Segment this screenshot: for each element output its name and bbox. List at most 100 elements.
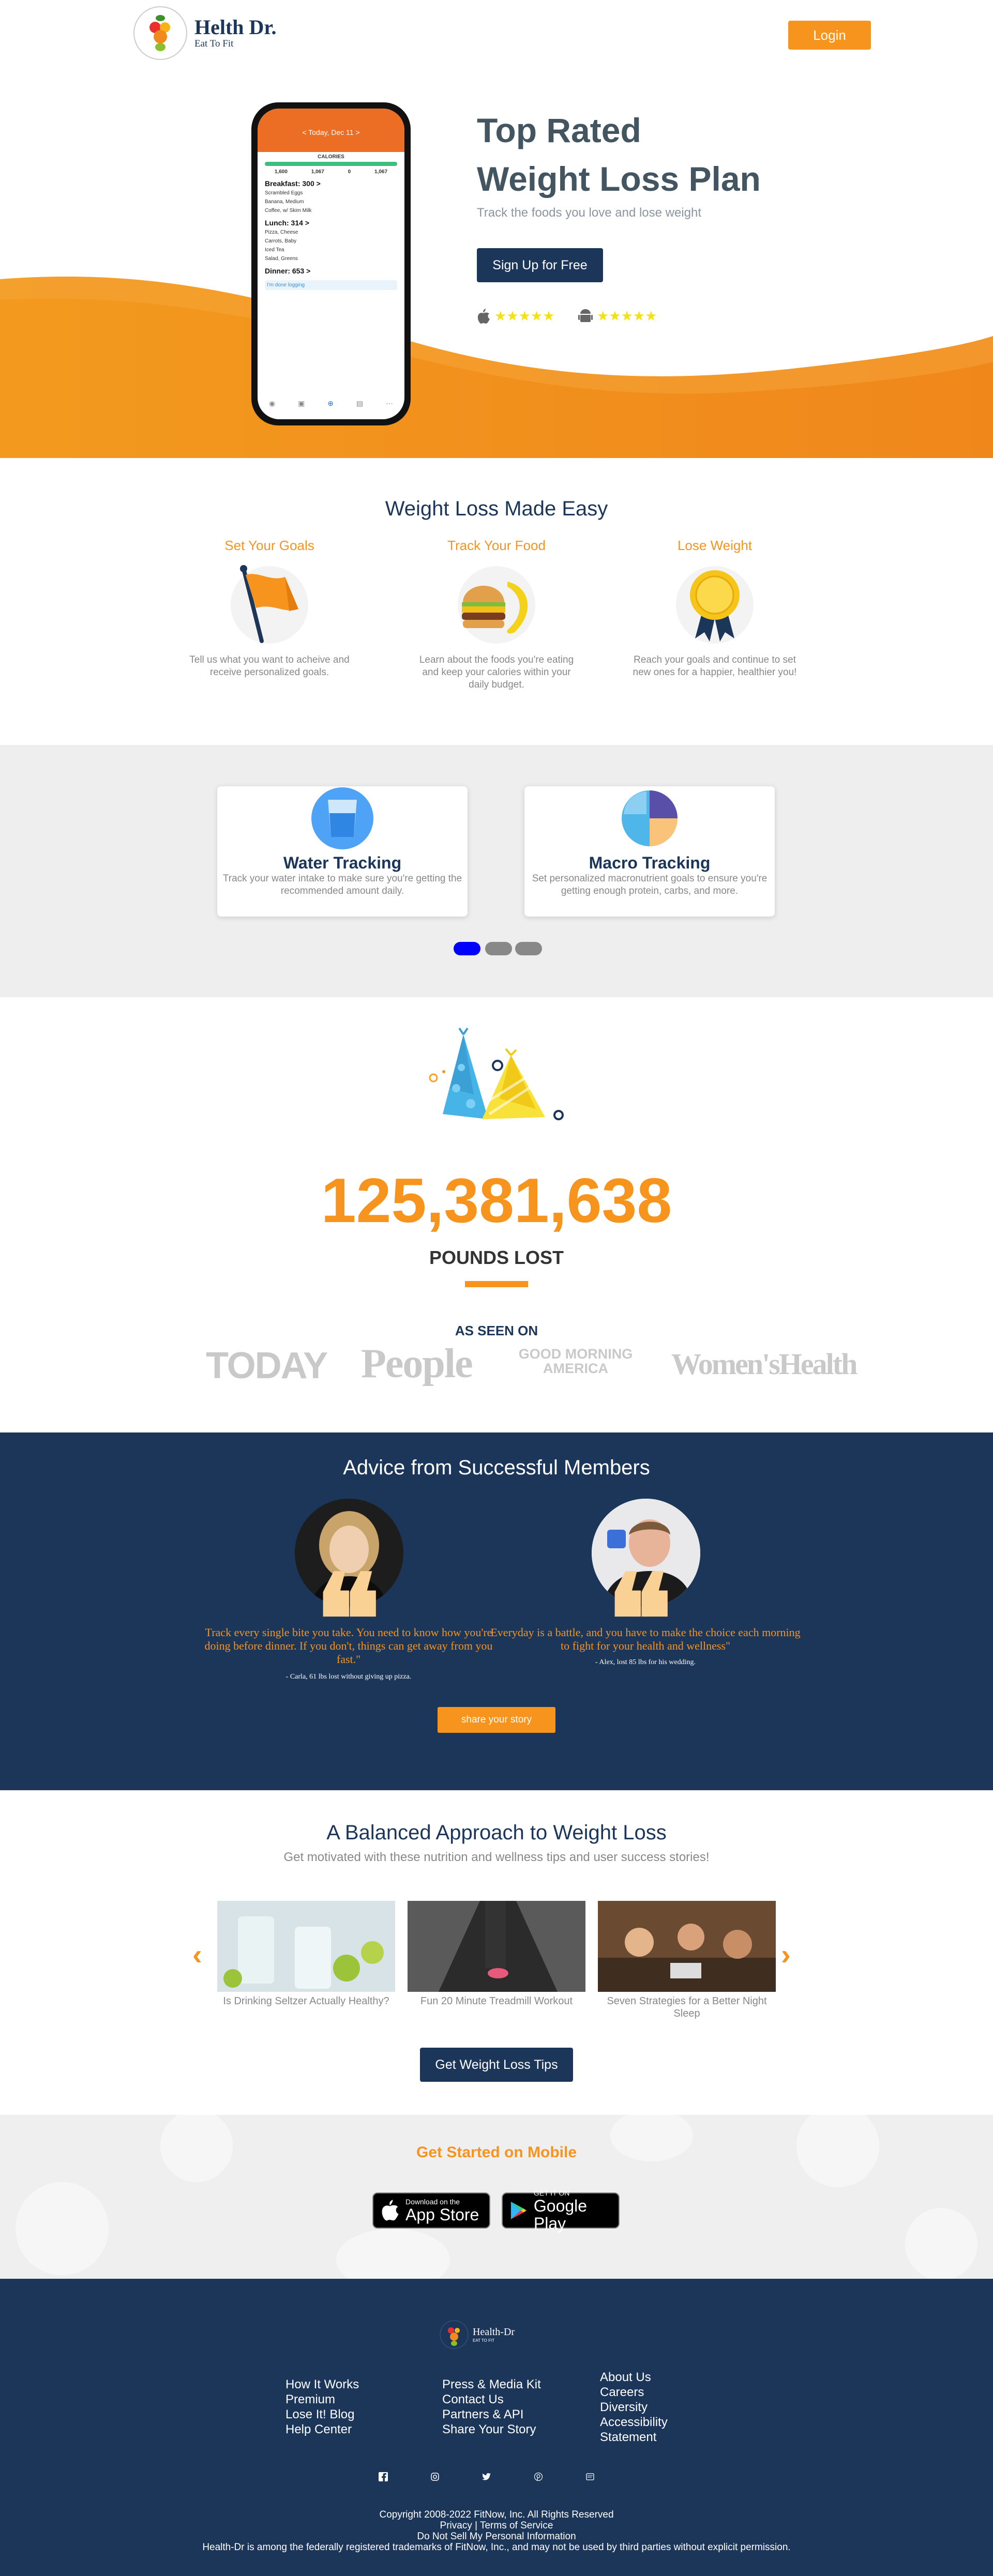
footer-link[interactable]: Diversity (600, 2400, 668, 2415)
privacy-terms-link[interactable]: Privacy | Terms of Service (0, 2520, 993, 2531)
testimonial-quote: Everyday is a battle, and you have to ma… (490, 1626, 801, 1652)
phone-stat: 0 (348, 169, 351, 175)
do-not-sell-link[interactable]: Do Not Sell My Personal Information (0, 2531, 993, 2542)
article-card[interactable]: Is Drinking Seltzer Actually Healthy? (217, 1901, 395, 2007)
email-icon[interactable] (584, 2471, 596, 2482)
medal-icon (676, 566, 754, 644)
flag-icon (231, 565, 308, 644)
android-rating[interactable]: ★★★★★ (578, 308, 657, 324)
footer-link[interactable]: About Us (600, 2370, 668, 2385)
google-play-badge[interactable]: GET IT ON Google Play (502, 2189, 620, 2233)
copyright-text: Copyright 2008-2022 FitNow, Inc. All Rig… (379, 2509, 614, 2520)
testimonials-section: Advice from Successful Members ❝ Track e… (0, 1432, 993, 1790)
phone-tab-bar: ◉ ▣ ⊕ ▤ ⋯ (258, 399, 404, 408)
carousel-dot[interactable] (515, 942, 542, 955)
article-caption: Is Drinking Seltzer Actually Healthy? (223, 1995, 389, 2007)
pinterest-icon[interactable] (533, 2471, 544, 2482)
phone-food-item: Iced Tea (265, 247, 284, 253)
phone-header: < Today, Dec 11 > (258, 109, 404, 152)
phone-food-item: Banana, Medium (265, 199, 304, 205)
login-button[interactable]: Login (788, 21, 871, 50)
press-logo-gma: GOOD MORNING AMERICA (518, 1346, 633, 1376)
section-title: Weight Loss Made Easy (385, 497, 608, 520)
article-card[interactable]: Seven Strategies for a Better Night Slee… (598, 1901, 776, 2020)
phone-screen: < Today, Dec 11 > CALORIES 1,600 1,067 0… (258, 109, 404, 419)
phone-tab-icon: ▣ (298, 399, 305, 407)
carousel-card-water: Water Tracking Track your water intake t… (217, 786, 468, 917)
testimonial-author: - Carla, 61 lbs lost without giving up p… (285, 1673, 412, 1681)
food-pattern-background (16, 2115, 977, 2279)
feature-set-goals: Set Your Goals Tell us what you want to … (187, 538, 352, 679)
phone-meal-title: Breakfast: 300 > (265, 179, 321, 188)
phone-food-item: Coffee, w/ Skim Milk (265, 208, 312, 214)
social-links (378, 2471, 636, 2482)
hero-title-line: Top Rated (477, 111, 641, 149)
phone-progress-bar (265, 162, 397, 166)
app-store-small-text: Download on the (405, 2197, 460, 2206)
card-title: Macro Tracking (589, 853, 711, 872)
footer-link[interactable]: Lose It! Blog (285, 2407, 359, 2422)
carousel-next-arrow[interactable]: › (781, 1938, 791, 1971)
footer-link[interactable]: Help Center (285, 2422, 359, 2437)
feature-desc: Reach your goals and continue to set new… (633, 654, 797, 678)
feature-track-food: Track Your Food Learn about the foods yo… (414, 538, 579, 691)
article-card[interactable]: Fun 20 Minute Treadmill Workout (408, 1901, 585, 2007)
phone-calories-label: CALORIES (318, 154, 344, 160)
footer-legal: Copyright 2008-2022 FitNow, Inc. All Rig… (0, 2509, 993, 2553)
as-seen-on-label: AS SEEN ON (455, 1323, 538, 1338)
hero-title: Top Rated Weight Loss Plan (477, 106, 839, 203)
footer-link[interactable]: Press & Media Kit (442, 2377, 541, 2392)
footer-links-col-1: How It Works Premium Lose It! Blog Help … (285, 2377, 359, 2437)
footer-link[interactable]: Contact Us (442, 2392, 541, 2407)
press-logo-people: People (361, 1341, 473, 1386)
feature-title: Track Your Food (447, 538, 546, 553)
footer-link[interactable]: Partners & API (442, 2407, 541, 2422)
phone-stats: 1,600 1,067 0 1,067 (258, 168, 404, 176)
feature-lose-weight: Lose Weight Reach your goals and continu… (632, 538, 798, 679)
star-rating: ★★★★★ (597, 308, 657, 324)
carousel-dot[interactable] (485, 942, 512, 955)
phone-stat: 1,067 (374, 169, 388, 175)
footer-link[interactable]: Premium (285, 2392, 359, 2407)
android-icon (578, 309, 593, 322)
logo-emblem-icon (133, 6, 187, 60)
phone-date: < Today, Dec 11 > (302, 128, 360, 136)
footer-link[interactable]: How It Works (285, 2377, 359, 2392)
signup-button[interactable]: Sign Up for Free (477, 248, 603, 282)
brand-logo[interactable]: Helth Dr. Eat To Fit (133, 6, 277, 60)
star-rating: ★★★★★ (494, 308, 555, 324)
phone-tab-icon: ◉ (268, 399, 276, 407)
phone-food-item: Carrots, Baby (265, 238, 297, 244)
footer-link[interactable]: Statement (600, 2430, 668, 2445)
footer-link[interactable]: Careers (600, 2385, 668, 2400)
phone-food-item: Pizza, Cheese (265, 230, 298, 235)
tracking-carousel: Water Tracking Track your water intake t… (0, 745, 993, 997)
phone-meal-title: Dinner: 653 > (265, 267, 311, 275)
carousel-dot-active[interactable] (454, 942, 480, 955)
feature-desc: Learn about the foods you're eating and … (419, 654, 574, 690)
features-section: Weight Loss Made Easy Set Your Goals Tel… (0, 458, 993, 745)
phone-food-item: Salad, Greens (265, 256, 298, 262)
article-caption: Fun 20 Minute Treadmill Workout (420, 1995, 573, 2007)
carousel-prev-arrow[interactable]: ‹ (192, 1938, 202, 1971)
phone-mockup: < Today, Dec 11 > CALORIES 1,600 1,067 0… (251, 102, 411, 425)
footer-logo[interactable]: Health-Dr EAT TO FIT (440, 2320, 515, 2349)
weight-loss-tips-button[interactable]: Get Weight Loss Tips (420, 2048, 573, 2082)
share-story-button[interactable]: share your story (438, 1707, 555, 1733)
footer-link[interactable]: Accessibility (600, 2415, 668, 2430)
brand-tagline: Eat To Fit (194, 38, 234, 49)
feature-desc: Tell us what you want to acheive and rec… (189, 654, 350, 678)
hero-wave (0, 276, 993, 458)
footer-link[interactable]: Share Your Story (442, 2422, 541, 2437)
mobile-section: Get Started on Mobile Download on the Ap… (0, 2115, 993, 2279)
logo-emblem-icon (440, 2320, 469, 2349)
twitter-icon[interactable] (481, 2471, 492, 2482)
phone-food-item: Scrambled Eggs (265, 190, 303, 196)
facebook-icon[interactable] (378, 2471, 389, 2482)
ios-rating[interactable]: ★★★★★ (477, 308, 555, 324)
google-play-big-text: Google Play (533, 2196, 588, 2233)
app-store-badge[interactable]: Download on the App Store (372, 2192, 490, 2229)
hero-subtitle: Track the foods you love and lose weight (477, 206, 702, 220)
section-title: Get Started on Mobile (416, 2144, 577, 2161)
instagram-icon[interactable] (429, 2471, 441, 2482)
